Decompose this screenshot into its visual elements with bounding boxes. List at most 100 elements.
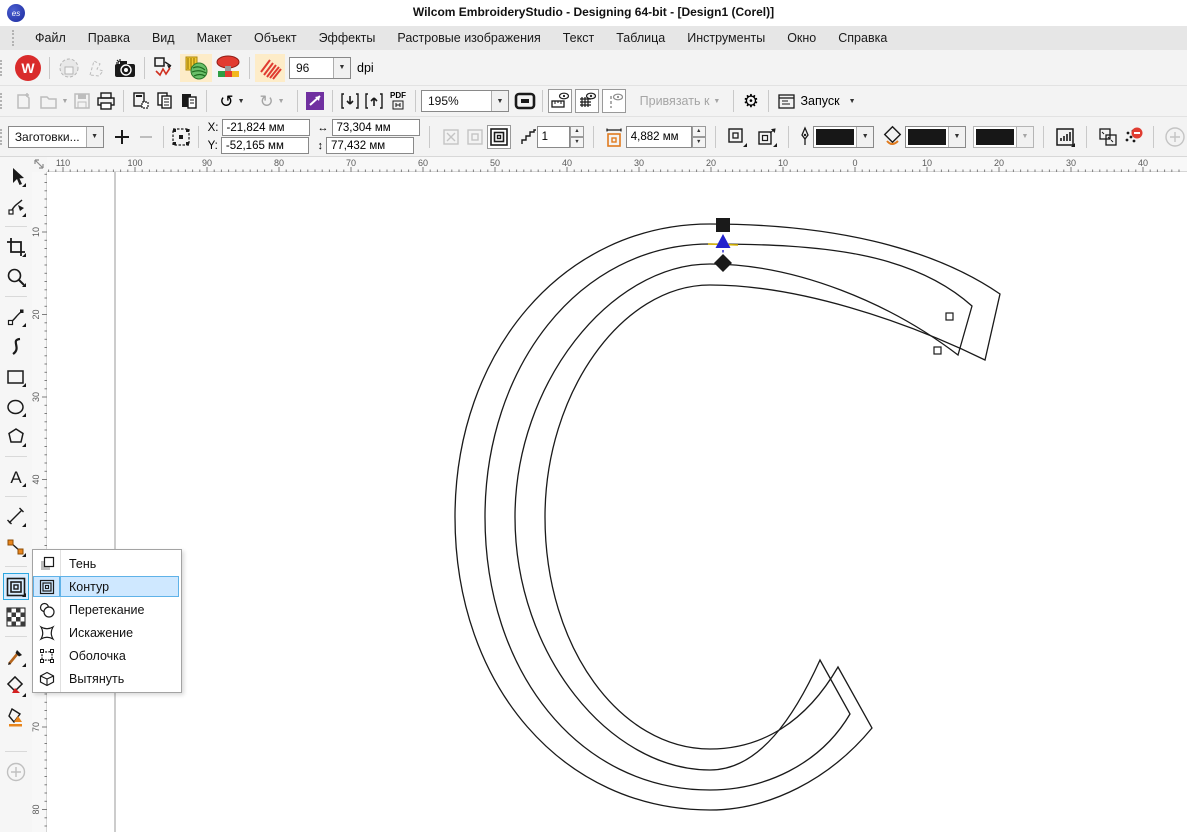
add-preset-button[interactable] bbox=[110, 125, 134, 149]
object-width-field[interactable]: 73,304 мм bbox=[332, 119, 420, 136]
contour-steps-field[interactable]: 1 bbox=[537, 126, 571, 148]
machine-button[interactable] bbox=[212, 54, 244, 82]
object-height-field[interactable]: 77,432 мм bbox=[326, 137, 414, 154]
tool-dimension[interactable] bbox=[3, 503, 29, 530]
publish-pdf-button[interactable]: PDF bbox=[386, 89, 410, 113]
convert-design-button[interactable] bbox=[150, 54, 180, 82]
launch-button[interactable]: Запуск ▼ bbox=[774, 89, 860, 113]
tool-text[interactable]: A bbox=[3, 463, 29, 490]
open-dropdown-arrow[interactable]: ▼ bbox=[62, 98, 69, 105]
print-button[interactable] bbox=[94, 89, 118, 113]
ruler-origin-corner[interactable] bbox=[32, 157, 47, 172]
object-origin-button[interactable] bbox=[169, 125, 193, 149]
fill-color-swatch[interactable]: ▼ bbox=[905, 126, 966, 148]
offset-direction-button[interactable] bbox=[755, 125, 779, 149]
steps-down-arrow[interactable]: ▼ bbox=[570, 137, 584, 148]
tool-freehand[interactable] bbox=[3, 303, 29, 330]
tool-contour[interactable] bbox=[3, 573, 29, 600]
menu-table[interactable]: Таблица bbox=[605, 26, 676, 50]
menu-file[interactable]: Файл bbox=[24, 26, 77, 50]
vertical-ruler[interactable]: 1020304050607080 bbox=[32, 172, 47, 832]
tool-rectangle[interactable] bbox=[3, 363, 29, 390]
paste-special-button[interactable] bbox=[129, 89, 153, 113]
menu-edit[interactable]: Правка bbox=[77, 26, 141, 50]
flyout-item-distort[interactable]: Искажение bbox=[33, 621, 181, 644]
x-position-field[interactable]: -21,824 мм bbox=[222, 119, 310, 136]
tool-zoom[interactable] bbox=[3, 263, 29, 290]
redo-button[interactable]: ↻ ▼ bbox=[252, 89, 292, 113]
tool-eyedropper[interactable] bbox=[3, 643, 29, 670]
show-stitches-toggle[interactable] bbox=[180, 54, 212, 82]
outline-color-arrow[interactable]: ▼ bbox=[856, 127, 873, 147]
path-node-2[interactable] bbox=[934, 347, 941, 354]
tool-connector[interactable] bbox=[3, 533, 29, 560]
corner-style-button[interactable] bbox=[725, 125, 749, 149]
undo-dropdown-arrow[interactable]: ▼ bbox=[238, 98, 245, 105]
zoom-level-combobox[interactable]: 195% ▼ bbox=[421, 90, 509, 112]
options-button[interactable]: ⚙ bbox=[739, 89, 763, 113]
flyout-item-shadow[interactable]: Тень bbox=[33, 552, 181, 575]
c-letter-contour[interactable] bbox=[485, 244, 972, 790]
tool-transparency[interactable] bbox=[3, 603, 29, 630]
property-bar-grip[interactable] bbox=[0, 129, 4, 145]
fill-color-arrow[interactable]: ▼ bbox=[948, 127, 965, 147]
tool-polygon[interactable] bbox=[3, 423, 29, 450]
object-acceleration-button[interactable] bbox=[1053, 125, 1077, 149]
color-accent-button[interactable] bbox=[303, 89, 327, 113]
menubar-grip[interactable] bbox=[12, 30, 16, 46]
tool-artistic-media[interactable] bbox=[3, 333, 29, 360]
menu-layout[interactable]: Макет bbox=[186, 26, 243, 50]
contour-steps-spinner[interactable]: ▲▼ bbox=[570, 126, 584, 148]
full-screen-preview-button[interactable] bbox=[513, 89, 537, 113]
horizontal-ruler[interactable]: 110100908070605040302010010203040 bbox=[47, 157, 1187, 172]
tool-ellipse[interactable] bbox=[3, 393, 29, 420]
steps-up-arrow[interactable]: ▲ bbox=[570, 126, 584, 137]
menu-tools[interactable]: Инструменты bbox=[676, 26, 776, 50]
path-node-1[interactable] bbox=[946, 313, 953, 320]
tool-shape[interactable] bbox=[3, 193, 29, 220]
c-letter-outline[interactable] bbox=[455, 224, 1000, 810]
show-grid-toggle[interactable] bbox=[575, 89, 599, 113]
menu-object[interactable]: Объект bbox=[243, 26, 308, 50]
tool-pick[interactable] bbox=[3, 163, 29, 190]
hoop-button[interactable] bbox=[55, 54, 83, 82]
show-guidelines-toggle[interactable] bbox=[602, 89, 626, 113]
contour-slider-handle[interactable] bbox=[716, 234, 731, 248]
open-button[interactable]: ▼ bbox=[36, 89, 70, 113]
flyout-item-blend[interactable]: Перетекание bbox=[33, 598, 181, 621]
menu-text[interactable]: Текст bbox=[552, 26, 605, 50]
undo-button[interactable]: ↺ ▼ bbox=[212, 89, 252, 113]
y-position-field[interactable]: -52,165 мм bbox=[221, 137, 309, 154]
standard-toolbar-grip[interactable] bbox=[0, 93, 4, 109]
contour-start-handle[interactable] bbox=[716, 218, 730, 232]
menu-window[interactable]: Окно bbox=[776, 26, 827, 50]
contour-offset-field[interactable]: 4,882 мм bbox=[626, 126, 692, 148]
wilcom-toolbar-grip[interactable] bbox=[0, 60, 4, 76]
launch-arrow[interactable]: ▼ bbox=[849, 98, 856, 105]
menu-effects[interactable]: Эффекты bbox=[308, 26, 387, 50]
outline-color-swatch[interactable]: ▼ bbox=[813, 126, 874, 148]
clear-contour-button[interactable] bbox=[1120, 125, 1144, 149]
presets-arrow[interactable]: ▼ bbox=[86, 127, 103, 147]
flyout-item-contour[interactable]: Контур bbox=[33, 575, 181, 598]
contour-offset-spinner[interactable]: ▲▼ bbox=[692, 126, 706, 148]
new-button[interactable] bbox=[12, 89, 36, 113]
import-button[interactable] bbox=[338, 89, 362, 113]
zoom-dropdown-arrow[interactable]: ▼ bbox=[491, 91, 508, 111]
presets-combobox[interactable]: Заготовки... ▼ bbox=[8, 126, 104, 148]
offset-up-arrow[interactable]: ▲ bbox=[692, 126, 706, 137]
copy-button[interactable] bbox=[153, 89, 177, 113]
drawing-canvas[interactable] bbox=[47, 172, 1187, 832]
wilcom-workspace-button[interactable]: W bbox=[12, 54, 44, 82]
save-button[interactable] bbox=[70, 89, 94, 113]
menu-help[interactable]: Справка bbox=[827, 26, 898, 50]
offset-down-arrow[interactable]: ▼ bbox=[692, 137, 706, 148]
capture-button[interactable] bbox=[111, 54, 139, 82]
paste-button[interactable] bbox=[177, 89, 201, 113]
show-rulers-toggle[interactable] bbox=[548, 89, 572, 113]
contour-end-handle[interactable] bbox=[714, 254, 732, 272]
dpi-dropdown-arrow[interactable]: ▼ bbox=[333, 58, 350, 78]
tool-smart-fill[interactable] bbox=[3, 703, 29, 730]
flyout-item-envelope[interactable]: Оболочка bbox=[33, 644, 181, 667]
menu-view[interactable]: Вид bbox=[141, 26, 186, 50]
